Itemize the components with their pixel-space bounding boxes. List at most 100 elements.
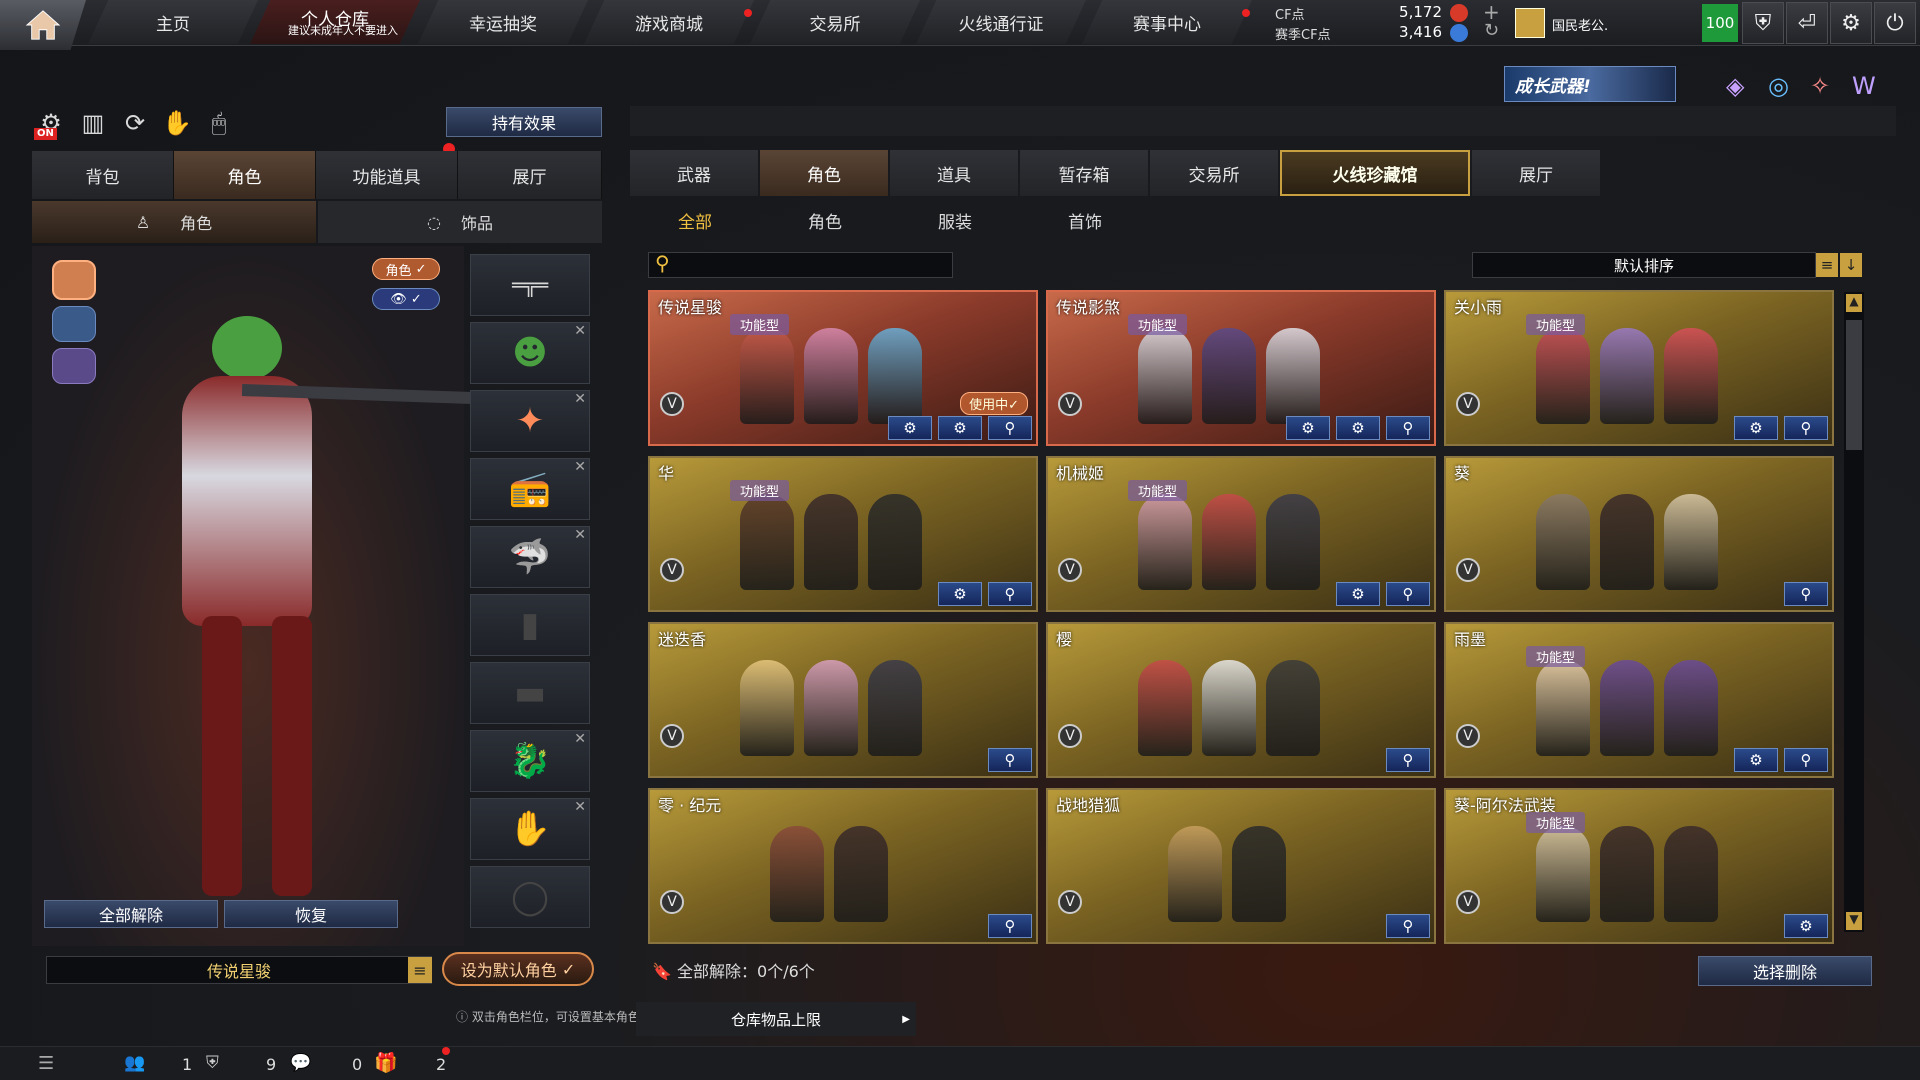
search-input[interactable]: ⚲ xyxy=(648,251,953,278)
gear-button[interactable]: ⚙ xyxy=(888,416,932,440)
nav-exchange[interactable]: 交易所 xyxy=(750,0,920,44)
magnify-button[interactable]: ⚲ xyxy=(1386,914,1430,938)
menu-list-icon[interactable]: ☰ xyxy=(38,1053,54,1074)
role-card[interactable]: 葵 V ⚲ xyxy=(1444,456,1834,612)
close-icon[interactable]: ✕ xyxy=(574,323,586,339)
mouse-icon[interactable]: 🖱 xyxy=(202,106,236,140)
role-card[interactable]: 零 · 纪元 V ⚲ xyxy=(648,788,1038,944)
gear-button[interactable]: ⚙ xyxy=(1734,748,1778,772)
shield-icon[interactable]: ⛨ xyxy=(1742,2,1784,44)
gear-button[interactable]: ⚙ xyxy=(1336,582,1380,606)
magnify-button[interactable]: ⚲ xyxy=(1386,582,1430,606)
magnify-button[interactable]: ⚲ xyxy=(988,914,1032,938)
wing-icon[interactable] xyxy=(52,306,96,342)
magnify-button[interactable]: ⚲ xyxy=(1784,748,1828,772)
w-logo-icon[interactable]: W xyxy=(1852,72,1876,100)
sort-dropdown[interactable]: 默认排序 xyxy=(1472,252,1816,278)
subtab-accessory[interactable]: ◌ 饰品 xyxy=(318,201,602,243)
cat-jewelry[interactable]: 首饰 xyxy=(1020,208,1150,233)
gear-button[interactable]: ⚙ xyxy=(1336,416,1380,440)
bracelet-slot[interactable]: ◯ xyxy=(470,866,590,928)
magnify-button[interactable]: ⚲ xyxy=(988,748,1032,772)
magnify-button[interactable]: ⚲ xyxy=(1784,416,1828,440)
cat-all[interactable]: 全部 xyxy=(630,208,760,233)
tab-collection[interactable]: 火线珍藏馆 xyxy=(1280,150,1470,196)
gear-button[interactable]: ⚙ xyxy=(938,416,982,440)
visibility-toggle[interactable]: 👁 ✓ xyxy=(372,288,440,310)
subtab-character[interactable]: ♙ 角色 xyxy=(32,201,316,243)
hand-icon[interactable]: ✋ xyxy=(160,106,194,140)
effect-button[interactable]: 持有效果 xyxy=(446,107,602,137)
close-icon[interactable]: ✕ xyxy=(574,731,586,747)
nav-pass[interactable]: 火线通行证 xyxy=(916,0,1086,44)
tab-showroom[interactable]: 展厅 xyxy=(458,151,602,199)
capacity-bar[interactable]: 仓库物品上限 ▶ xyxy=(636,1002,916,1036)
magnify-button[interactable]: ⚲ xyxy=(1784,582,1828,606)
magnify-button[interactable]: ⚲ xyxy=(1386,416,1430,440)
vest-slot[interactable]: ▮ xyxy=(470,594,590,656)
gear-button[interactable]: ⚙ xyxy=(1784,914,1828,938)
tab-weapons[interactable]: 武器 xyxy=(630,150,758,196)
role-card[interactable]: 雨墨 功能型 V ⚙ ⚲ xyxy=(1444,622,1834,778)
role-card[interactable]: 葵-阿尔法武装 功能型 V ⚙ xyxy=(1444,788,1834,944)
tab-character[interactable]: 角色 xyxy=(174,151,316,199)
set-default-button[interactable]: 设为默认角色 ✓ xyxy=(442,952,594,986)
tab-showroom-right[interactable]: 展厅 xyxy=(1472,150,1600,196)
scroll-thumb[interactable] xyxy=(1846,320,1862,450)
clan-shield-icon[interactable]: ⛨ xyxy=(206,1053,219,1073)
tab-exchange[interactable]: 交易所 xyxy=(1150,150,1278,196)
magnify-button[interactable]: ⚲ xyxy=(1386,748,1430,772)
radio-slot[interactable]: 📻 ✕ xyxy=(470,458,590,520)
tab-items[interactable]: 功能道具 xyxy=(316,151,458,199)
nav-events[interactable]: 赛事中心 xyxy=(1082,0,1252,44)
cat-role[interactable]: 角色 xyxy=(760,208,890,233)
friends-icon[interactable]: 👥 xyxy=(124,1053,145,1073)
role-card[interactable]: 战地猎狐 V ⚲ xyxy=(1046,788,1436,944)
target-icon[interactable]: ✧ xyxy=(1810,72,1830,100)
claw-slot[interactable]: ✋ ✕ xyxy=(470,798,590,860)
current-role-field[interactable]: 传说星骏 xyxy=(46,956,432,984)
character-toggle[interactable]: 角色 ✓ xyxy=(372,258,440,280)
weapon-slot[interactable]: ═╦═ xyxy=(470,254,590,316)
menu-icon[interactable]: ≡ xyxy=(408,957,432,983)
globe-icon[interactable]: ◎ xyxy=(1768,72,1789,100)
pet-slot[interactable]: 🦈 ✕ xyxy=(470,526,590,588)
chat-icon[interactable]: 💬 xyxy=(290,1053,311,1073)
unequip-all-button[interactable]: 全部解除 xyxy=(44,900,218,928)
scroll-down-icon[interactable]: ▼ xyxy=(1846,912,1862,930)
tab-roles[interactable]: 角色 xyxy=(760,150,888,196)
role-card[interactable]: 传说影煞 功能型 V ⚙ ⚙ ⚲ xyxy=(1046,290,1436,446)
cat-outfit[interactable]: 服装 xyxy=(890,208,1020,233)
list-icon[interactable]: ≡ xyxy=(1816,253,1838,277)
restore-button[interactable]: 恢复 xyxy=(224,900,398,928)
dragon-slot[interactable]: 🐉 ✕ xyxy=(470,730,590,792)
character-preview[interactable]: 角色 ✓ 👁 ✓ xyxy=(32,246,473,946)
shorts-slot[interactable]: ▬ xyxy=(470,662,590,724)
exit-icon[interactable]: ⏎ xyxy=(1786,2,1828,44)
nav-home[interactable]: 主页 xyxy=(88,0,258,44)
close-icon[interactable]: ✕ xyxy=(574,391,586,407)
chart-icon[interactable]: ▥ xyxy=(76,106,110,140)
role-card[interactable]: 传说星骏 功能型 V 使用中✓ ⚙ ⚙ ⚲ xyxy=(648,290,1038,446)
gear-button[interactable]: ⚙ xyxy=(1734,416,1778,440)
bird-icon[interactable] xyxy=(52,348,96,384)
close-icon[interactable]: ✕ xyxy=(574,459,586,475)
sort-down-icon[interactable]: ↓ xyxy=(1840,253,1862,277)
tab-backpack[interactable]: 背包 xyxy=(32,151,174,199)
magnify-button[interactable]: ⚲ xyxy=(988,582,1032,606)
scroll-up-icon[interactable]: ▲ xyxy=(1846,294,1862,312)
head-slot[interactable]: ☻ ✕ xyxy=(470,322,590,384)
tab-props[interactable]: 道具 xyxy=(890,150,1018,196)
refresh-icon[interactable]: ↻ xyxy=(1484,20,1499,41)
role-card[interactable]: 华功能型 V ⚙ ⚲ xyxy=(648,456,1038,612)
role-card[interactable]: 迷迭香 V ⚲ xyxy=(648,622,1038,778)
gear-icon[interactable]: ⚙ xyxy=(1830,2,1872,44)
nav-warehouse[interactable]: 个人仓库 建议未成年人不要进入 xyxy=(250,0,420,44)
v-emblem-icon[interactable]: ◈ xyxy=(1726,72,1744,100)
magnify-button[interactable]: ⚲ xyxy=(988,416,1032,440)
effect-slot[interactable]: ✦ ✕ xyxy=(470,390,590,452)
growth-weapon-banner[interactable]: 成长武器! xyxy=(1504,66,1676,102)
role-card[interactable]: 关小雨 功能型 V ⚙ ⚲ xyxy=(1444,290,1834,446)
gear-button[interactable]: ⚙ xyxy=(1286,416,1330,440)
close-icon[interactable]: ✕ xyxy=(574,527,586,543)
